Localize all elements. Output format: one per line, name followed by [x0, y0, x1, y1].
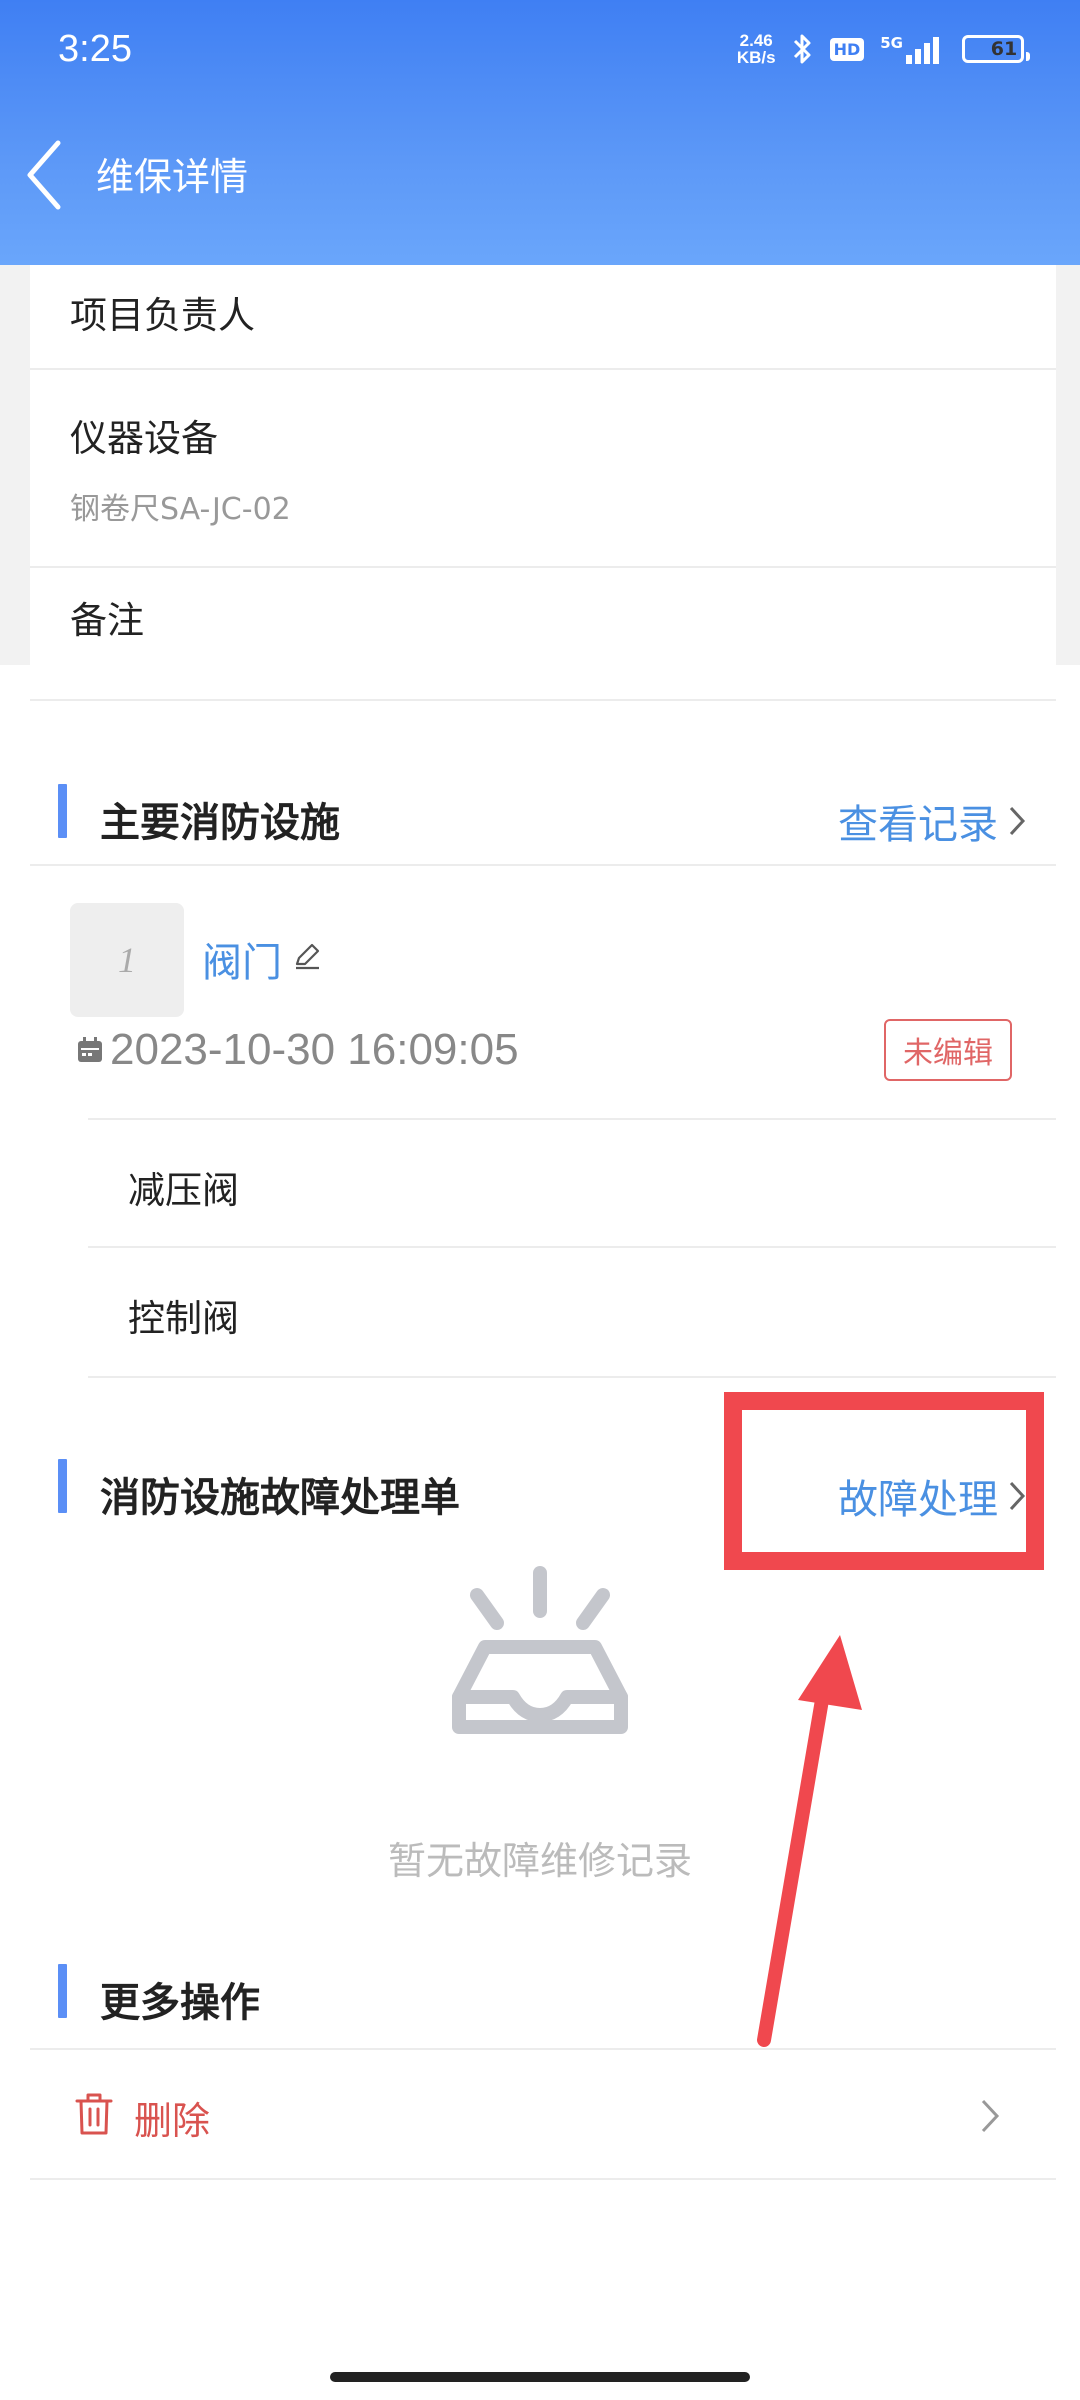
status-icons: 2.46 KB/s HD 5G 61 — [736, 31, 1030, 67]
network-speed: 2.46 KB/s — [736, 31, 776, 67]
background-strip-left — [0, 265, 30, 665]
home-indicator[interactable] — [330, 2372, 750, 2382]
section-accent-bar — [58, 1964, 67, 2018]
app-header: 3:25 2.46 KB/s HD 5G 61 维保详情 — [0, 0, 1080, 265]
main-facilities-title: 主要消防设施 — [100, 800, 340, 846]
status-badge: 未编辑 — [884, 1019, 1012, 1081]
divider — [30, 699, 1056, 701]
instrument-label: 仪器设备 — [70, 417, 218, 460]
main-facilities-header: 主要消防设施 查看记录 — [30, 750, 1056, 860]
signal-icon: 5G — [880, 34, 946, 64]
detail-card: 项目负责人 仪器设备 钢卷尺SA-JC-02 备注 — [30, 265, 1056, 665]
background-strip-right — [1056, 265, 1080, 665]
remark-label: 备注 — [70, 598, 144, 642]
section-accent-bar — [58, 784, 67, 838]
empty-state-text: 暂无故障维修记录 — [387, 1839, 692, 1883]
instrument-value: 钢卷尺SA-JC-02 — [70, 492, 291, 527]
trash-icon — [75, 2093, 113, 2135]
sub-item-row[interactable]: 减压阀 — [88, 1118, 1056, 1248]
facility-thumbnail[interactable]: 1 — [70, 903, 184, 1017]
sub-item-row[interactable]: 控制阀 — [88, 1246, 1056, 1378]
more-actions-title: 更多操作 — [100, 1980, 260, 2026]
divider — [30, 864, 1056, 866]
facility-timestamp: 2023-10-30 16:09:05 — [110, 1025, 519, 1074]
project-leader-label: 项目负责人 — [70, 293, 255, 337]
instrument-row: 仪器设备 钢卷尺SA-JC-02 — [30, 370, 1056, 568]
calendar-icon — [78, 1037, 102, 1062]
delete-label: 删除 — [134, 2099, 211, 2143]
facility-name[interactable]: 阀门 — [202, 930, 282, 988]
sub-item-label: 控制阀 — [128, 1297, 239, 1340]
remark-row: 备注 — [30, 568, 1056, 665]
section-accent-bar — [58, 1459, 67, 1513]
battery-icon: 61 — [962, 35, 1030, 63]
chevron-right-icon — [981, 2099, 1000, 2133]
view-records-link[interactable]: 查看记录 — [838, 792, 1026, 850]
sub-item-label: 减压阀 — [128, 1169, 239, 1212]
delete-row[interactable]: 删除 — [30, 2048, 1056, 2180]
status-time: 3:25 — [58, 28, 132, 70]
edit-pencil-icon[interactable] — [291, 940, 323, 972]
chevron-right-icon — [1009, 806, 1026, 836]
project-leader-row: 项目负责人 — [30, 265, 1056, 370]
more-actions-header: 更多操作 — [30, 1930, 1056, 2040]
bluetooth-icon — [792, 32, 814, 66]
back-arrow-icon[interactable] — [20, 135, 70, 215]
view-records-label: 查看记录 — [838, 802, 998, 848]
highlight-annotation-box — [724, 1392, 1044, 1570]
hd-icon: HD — [829, 37, 865, 61]
empty-inbox-icon — [452, 1566, 628, 1734]
page-title: 维保详情 — [96, 155, 249, 199]
fault-section-title: 消防设施故障处理单 — [100, 1475, 460, 1521]
